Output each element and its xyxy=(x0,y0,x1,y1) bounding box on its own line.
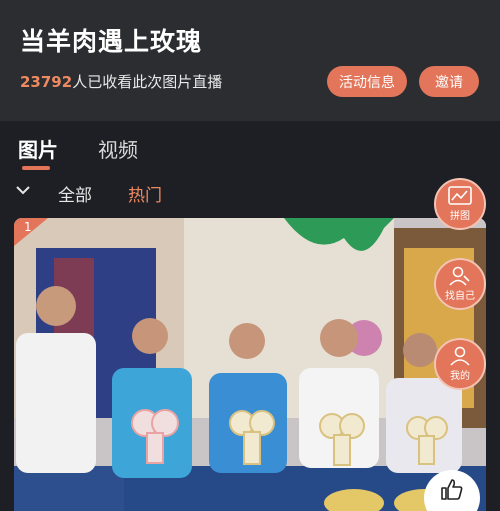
viewer-stats: 23792人已收看此次图片直播 xyxy=(20,71,222,92)
find-me-label: 找自己 xyxy=(445,291,475,302)
media-tabs: 图片 视频 xyxy=(0,121,500,171)
invite-button[interactable]: 邀请 xyxy=(419,66,479,97)
filter-hot[interactable]: 热门 xyxy=(128,181,162,206)
tab-photos[interactable]: 图片 xyxy=(18,134,58,163)
activity-info-button[interactable]: 活动信息 xyxy=(327,66,407,97)
my-photos-button[interactable]: 我的 xyxy=(434,338,486,390)
photo-index-badge: 1 xyxy=(14,218,48,246)
collage-button[interactable]: 拼图 xyxy=(434,178,486,230)
viewer-count: 23792 xyxy=(20,73,73,91)
filter-bar: 全部 热门 xyxy=(0,171,500,213)
photo-index: 1 xyxy=(24,220,32,234)
live-header: 当羊肉遇上玫瑰 23792人已收看此次图片直播 活动信息 邀请 xyxy=(0,0,500,121)
user-icon xyxy=(450,346,470,366)
my-photos-label: 我的 xyxy=(450,371,470,382)
thumbs-up-icon xyxy=(441,479,463,500)
tab-videos[interactable]: 视频 xyxy=(98,134,138,163)
page-title: 当羊肉遇上玫瑰 xyxy=(20,27,203,56)
active-tab-indicator xyxy=(22,166,50,170)
live-photo[interactable]: 1 xyxy=(14,218,486,511)
event-photo-image xyxy=(14,218,486,511)
user-search-icon xyxy=(449,266,470,286)
chevron-down-icon[interactable] xyxy=(14,183,32,197)
collage-label: 拼图 xyxy=(450,211,470,222)
filter-all[interactable]: 全部 xyxy=(58,181,92,206)
chart-icon xyxy=(448,186,472,205)
viewer-suffix: 人已收看此次图片直播 xyxy=(72,73,223,91)
find-me-button[interactable]: 找自己 xyxy=(434,258,486,310)
